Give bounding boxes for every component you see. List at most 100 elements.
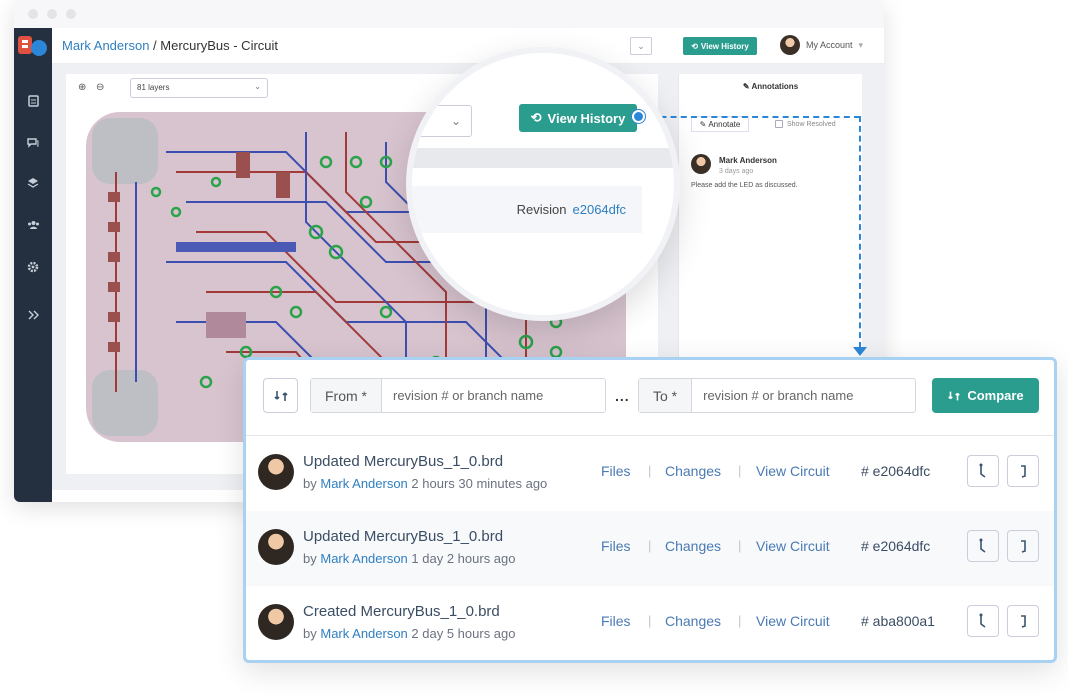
history-icon: ⟲	[691, 41, 698, 51]
annotate-label: Annotate	[708, 119, 741, 129]
files-link[interactable]: Files	[601, 613, 631, 629]
commit-author[interactable]: Mark Anderson	[320, 551, 407, 566]
swap-icon[interactable]	[263, 378, 298, 413]
history-row: Updated MercuryBus_1_0.brd by Mark Ander…	[246, 436, 1054, 511]
branch-left-icon[interactable]	[967, 455, 999, 487]
link-separator: |	[648, 463, 652, 478]
commit-meta: by Mark Anderson 1 day 2 hours ago	[303, 551, 516, 566]
commit-time: 2 hours 30 minutes ago	[411, 476, 548, 491]
view-history-button[interactable]: ⟲ View History	[683, 37, 757, 55]
document-icon[interactable]	[24, 92, 42, 110]
link-separator: |	[738, 538, 742, 553]
to-field[interactable]: To * revision # or branch name	[638, 378, 916, 413]
link-separator: |	[738, 613, 742, 628]
chevron-down-icon: ▾	[858, 39, 864, 50]
connector-line	[640, 116, 860, 118]
commit-author[interactable]: Mark Anderson	[320, 476, 407, 491]
from-input[interactable]: revision # or branch name	[382, 388, 554, 403]
magnifier-callout: ⌄ ⟲ View History Revision e2064dfc	[406, 47, 680, 321]
app-logo	[18, 36, 47, 56]
commit-title: Updated MercuryBus_1_0.brd	[303, 528, 504, 545]
commit-title: Created MercuryBus_1_0.brd	[303, 603, 500, 620]
window-titlebar	[14, 0, 884, 28]
view-circuit-link[interactable]: View Circuit	[756, 613, 830, 629]
zoom-in-icon[interactable]: ⊕	[78, 82, 86, 93]
breadcrumb-user[interactable]: Mark Anderson	[62, 38, 149, 53]
view-circuit-link[interactable]: View Circuit	[756, 538, 830, 554]
gear-icon[interactable]	[24, 258, 42, 276]
by-label: by	[303, 476, 317, 491]
layers-select[interactable]: 81 layers ⌄	[130, 78, 268, 98]
avatar	[691, 154, 711, 174]
chevron-down-icon[interactable]: ⌄	[630, 37, 652, 55]
avatar	[258, 529, 294, 565]
revision-hash[interactable]: e2064dfc	[573, 202, 627, 217]
layers-icon[interactable]	[24, 174, 42, 192]
branch-left-icon[interactable]	[967, 530, 999, 562]
view-circuit-link[interactable]: View Circuit	[756, 463, 830, 479]
show-resolved-toggle[interactable]: Show Resolved	[775, 120, 836, 128]
show-resolved-label: Show Resolved	[787, 120, 836, 128]
breadcrumb-separator: /	[149, 38, 161, 53]
magnified-select[interactable]: ⌄	[412, 105, 472, 137]
annotations-title: ✎ Annotations	[679, 82, 862, 91]
link-separator: |	[738, 463, 742, 478]
history-icon: ⟲	[530, 110, 542, 125]
changes-link[interactable]: Changes	[665, 613, 721, 629]
swap-icon	[948, 391, 961, 400]
layers-select-value: 81 layers	[137, 83, 170, 92]
from-label: From *	[311, 379, 382, 412]
breadcrumb-project: MercuryBus - Circuit	[160, 38, 279, 53]
history-row: Updated MercuryBus_1_0.brd by Mark Ander…	[246, 511, 1054, 586]
compare-bar: From * revision # or branch name ... To …	[246, 360, 1054, 436]
link-separator: |	[648, 613, 652, 628]
commit-time: 1 day 2 hours ago	[411, 551, 516, 566]
files-link[interactable]: Files	[601, 538, 631, 554]
expand-icon[interactable]	[24, 306, 42, 324]
revision-label: Revision	[516, 202, 567, 217]
connector-line	[859, 116, 861, 348]
zoom-out-icon[interactable]: ⊖	[96, 82, 104, 93]
sidebar	[14, 28, 52, 502]
comment-time: 3 days ago	[719, 168, 754, 175]
by-label: by	[303, 626, 317, 641]
chat-icon[interactable]	[24, 133, 42, 151]
files-link[interactable]: Files	[601, 463, 631, 479]
branch-right-icon[interactable]	[1007, 455, 1039, 487]
annotate-button[interactable]: ✎ Annotate	[691, 116, 749, 132]
compare-label: Compare	[967, 388, 1024, 403]
top-bar: Mark Anderson / MercuryBus - Circuit ⌄ ⟲…	[52, 28, 884, 64]
compare-button[interactable]: Compare	[932, 378, 1039, 413]
magnified-blank	[412, 233, 674, 315]
window-dot	[28, 9, 38, 19]
from-field[interactable]: From * revision # or branch name	[310, 378, 606, 413]
history-row: Created MercuryBus_1_0.brd by Mark Ander…	[246, 586, 1054, 661]
connector-dot	[632, 110, 645, 123]
window-dot	[47, 9, 57, 19]
account-label: My Account	[806, 40, 853, 50]
changes-link[interactable]: Changes	[665, 538, 721, 554]
branch-right-icon[interactable]	[1007, 605, 1039, 637]
view-history-label: View History	[700, 41, 749, 51]
team-icon[interactable]	[24, 216, 42, 234]
avatar	[258, 454, 294, 490]
magnified-view-history-label: View History	[547, 110, 626, 126]
magnified-divider	[412, 148, 674, 168]
by-label: by	[303, 551, 317, 566]
account-menu[interactable]: My Account ▾	[780, 35, 863, 55]
commit-meta: by Mark Anderson 2 day 5 hours ago	[303, 626, 516, 641]
chevron-down-icon: ⌄	[450, 114, 461, 128]
comment-text: Please add the LED as discussed.	[691, 182, 798, 189]
show-resolved-checkbox[interactable]	[775, 120, 783, 128]
commit-author[interactable]: Mark Anderson	[320, 626, 407, 641]
to-label: To *	[639, 379, 693, 412]
to-input[interactable]: revision # or branch name	[692, 388, 864, 403]
commit-hash: # aba800a1	[861, 613, 935, 629]
magnified-view-history-button[interactable]: ⟲ View History	[519, 104, 637, 132]
branch-right-icon[interactable]	[1007, 530, 1039, 562]
commit-time: 2 day 5 hours ago	[411, 626, 516, 641]
branch-left-icon[interactable]	[967, 605, 999, 637]
changes-link[interactable]: Changes	[665, 463, 721, 479]
range-ellipsis: ...	[615, 388, 630, 404]
history-panel: From * revision # or branch name ... To …	[243, 357, 1057, 663]
